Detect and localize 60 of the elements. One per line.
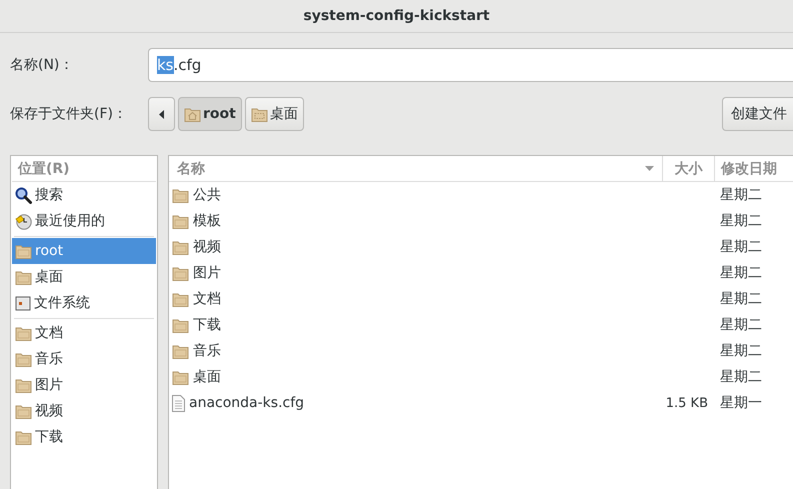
- path-button[interactable]: 桌面: [244, 97, 304, 131]
- back-button[interactable]: [148, 97, 175, 131]
- folder-icon: [172, 318, 189, 332]
- folder-icon: [172, 266, 189, 280]
- file-name[interactable]: 桌面: [193, 368, 221, 386]
- modified-date: 星期二: [720, 238, 762, 256]
- sidebar-item[interactable]: 桌面: [12, 264, 156, 290]
- file-name[interactable]: 模板: [193, 212, 221, 230]
- sidebar-item[interactable]: 搜索: [12, 182, 156, 208]
- file-name[interactable]: 视频: [193, 238, 221, 256]
- search-icon: [15, 186, 32, 204]
- sidebar-item[interactable]: 图片: [12, 372, 156, 398]
- folder-icon: [172, 214, 189, 228]
- path-button[interactable]: root: [178, 97, 242, 131]
- folder-icon: [15, 270, 32, 284]
- file-name[interactable]: anaconda-ks.cfg: [189, 395, 304, 411]
- modified-date: 星期二: [720, 342, 762, 360]
- create-folder-button[interactable]: 创建文件: [722, 97, 793, 131]
- folder-icon: [15, 378, 32, 392]
- folder-icon: [15, 352, 32, 366]
- home-folder-icon: [184, 106, 201, 122]
- sidebar-item[interactable]: 最近使用的: [12, 208, 156, 234]
- left-arrow-icon: [159, 110, 164, 118]
- clock-icon: [15, 212, 32, 230]
- name-label: 名称(N)：: [10, 56, 74, 74]
- file-size: 1.5 KB: [666, 396, 708, 410]
- folder-icon: [172, 370, 189, 384]
- modified-date: 星期二: [720, 316, 762, 334]
- folder-icon: [15, 244, 32, 258]
- sidebar-item[interactable]: 文件系统: [12, 290, 156, 316]
- sidebar-item[interactable]: 文档: [12, 320, 156, 346]
- folder-icon: [15, 430, 32, 444]
- sidebar-item[interactable]: 音乐: [12, 346, 156, 372]
- modified-date: 星期二: [720, 264, 762, 282]
- input-field[interactable]: ks.cfg: [148, 48, 793, 82]
- folder-icon: [172, 292, 189, 306]
- folder-label: 保存于文件夹(F)：: [10, 105, 128, 123]
- modified-date: 星期二: [720, 290, 762, 308]
- window-title: system-config-kickstart: [303, 8, 490, 24]
- modified-date: 星期二: [720, 186, 762, 204]
- modified-date: 星期二: [720, 368, 762, 386]
- modified-date: 星期二: [720, 212, 762, 230]
- desktop-folder-icon: [250, 106, 268, 122]
- file-name[interactable]: 音乐: [193, 342, 221, 360]
- file-name[interactable]: 公共: [193, 186, 221, 204]
- drive-icon: [15, 296, 31, 310]
- folder-icon: [172, 344, 189, 358]
- modified-date: 星期一: [720, 394, 762, 412]
- folder-icon: [172, 240, 189, 254]
- sidebar-item[interactable]: 视频: [12, 398, 156, 424]
- caret-icon: [645, 166, 654, 171]
- file-name[interactable]: 文档: [193, 290, 221, 308]
- file-icon: [172, 394, 185, 412]
- file-name[interactable]: 下载: [193, 316, 221, 334]
- file-name[interactable]: 图片: [193, 264, 221, 282]
- folder-icon: [15, 326, 32, 340]
- folder-icon: [172, 188, 189, 202]
- folder-icon: [15, 404, 32, 418]
- places-header: 位置(R): [12, 156, 156, 182]
- sidebar-item[interactable]: 下载: [12, 424, 156, 450]
